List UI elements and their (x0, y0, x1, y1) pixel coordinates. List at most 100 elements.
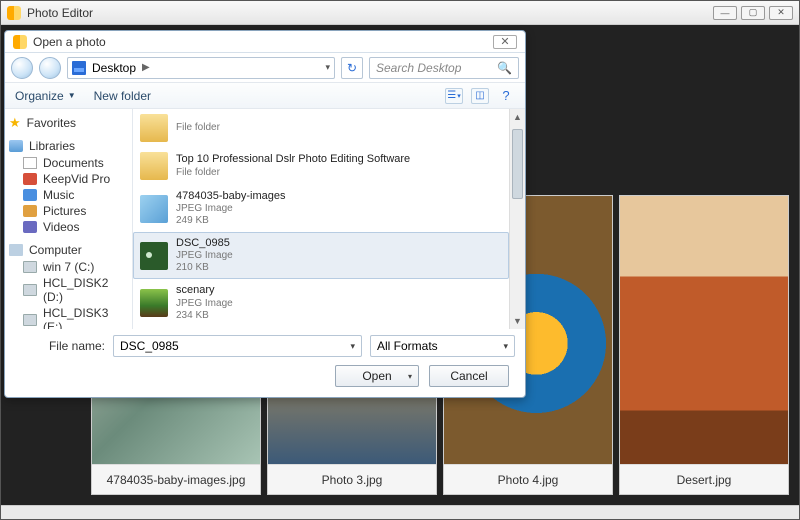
preview-pane-button[interactable]: ◫ (471, 88, 489, 104)
file-name: Top 10 Professional Dslr Photo Editing S… (176, 153, 410, 166)
gallery-caption: Photo 3.jpg (268, 464, 436, 494)
tree-favorites[interactable]: ★ Favorites (9, 115, 128, 131)
tree-item-documents[interactable]: Documents (9, 155, 128, 171)
tree-item-keepvid[interactable]: KeepVid Pro (9, 171, 128, 187)
gallery-caption: Photo 4.jpg (444, 464, 612, 494)
file-kind: JPEG Image (176, 250, 233, 262)
file-size: 249 KB (176, 215, 285, 227)
file-name: scenary (176, 284, 233, 297)
maximize-button[interactable]: ▢ (741, 6, 765, 20)
file-row[interactable]: selfieJPEG Image81.7 KB (133, 327, 509, 329)
file-row[interactable]: Top 10 Professional Dslr Photo Editing S… (133, 147, 509, 185)
address-dropdown-icon[interactable]: ▾ (325, 62, 330, 73)
filename-input[interactable]: DSC_0985 ▾ (113, 335, 362, 357)
open-file-dialog: Open a photo ✕ Desktop ▶ ▾ ↻ Search Desk… (4, 30, 526, 398)
nav-tree: ★ Favorites Libraries Documents KeepVid … (5, 109, 133, 329)
file-row[interactable]: 4784035-baby-imagesJPEG Image249 KB (133, 185, 509, 232)
tree-item-music[interactable]: Music (9, 187, 128, 203)
tree-item-label: Pictures (43, 204, 86, 218)
chevron-down-icon[interactable]: ▾ (350, 341, 355, 352)
dialog-close-button[interactable]: ✕ (493, 35, 517, 49)
music-icon (23, 189, 37, 201)
libraries-icon (9, 140, 23, 152)
file-thumb-icon (140, 152, 168, 180)
file-kind: File folder (176, 167, 410, 179)
cancel-label: Cancel (450, 369, 487, 383)
new-folder-label: New folder (94, 89, 151, 103)
chevron-down-icon[interactable]: ▾ (503, 341, 508, 352)
gallery-caption: Desert.jpg (620, 464, 788, 494)
view-mode-button[interactable]: ☰▾ (445, 88, 463, 104)
file-row[interactable]: File folder (133, 109, 509, 147)
gallery-caption: 4784035-baby-images.jpg (92, 464, 260, 494)
drive-icon (23, 314, 37, 326)
close-button[interactable]: ✕ (769, 6, 793, 20)
gallery-thumb-icon (620, 196, 788, 464)
filename-value: DSC_0985 (120, 339, 179, 353)
status-bar (1, 505, 799, 519)
tree-libraries[interactable]: Libraries (9, 139, 128, 153)
tree-label: Computer (29, 243, 82, 257)
star-icon: ★ (9, 115, 21, 131)
document-icon (23, 157, 37, 169)
file-thumb-icon (140, 242, 168, 270)
back-button[interactable] (11, 57, 33, 79)
file-row[interactable]: DSC_0985JPEG Image210 KB (133, 232, 509, 279)
minimize-button[interactable]: — (713, 6, 737, 20)
tree-item-videos[interactable]: Videos (9, 219, 128, 235)
file-name: DSC_0985 (176, 237, 233, 250)
tree-item-pictures[interactable]: Pictures (9, 203, 128, 219)
file-kind: JPEG Image (176, 203, 285, 215)
gallery-card[interactable]: Desert.jpg (619, 195, 789, 495)
tree-item-label: HCL_DISK2 (D:) (43, 276, 128, 304)
search-placeholder: Search Desktop (376, 61, 461, 75)
organize-label: Organize (15, 89, 64, 103)
open-label: Open (362, 369, 391, 383)
address-bar[interactable]: Desktop ▶ ▾ (67, 57, 335, 79)
file-size: 234 KB (176, 310, 233, 322)
tree-item-drive-d[interactable]: HCL_DISK2 (D:) (9, 275, 128, 305)
chevron-right-icon[interactable]: ▶ (142, 62, 150, 73)
file-thumb-icon (140, 289, 168, 317)
tree-item-drive-e[interactable]: HCL_DISK3 (E:) (9, 305, 128, 329)
file-list: File folderTop 10 Professional Dslr Phot… (133, 109, 525, 329)
tree-item-label: Music (43, 188, 74, 202)
file-thumb-icon (140, 195, 168, 223)
organize-menu[interactable]: Organize ▼ (15, 89, 76, 103)
scroll-thumb[interactable] (512, 129, 523, 199)
file-kind: File folder (176, 122, 220, 134)
app-title: Photo Editor (27, 6, 93, 20)
search-icon: 🔍 (497, 61, 512, 75)
new-folder-button[interactable]: New folder (94, 89, 151, 103)
tree-label: Favorites (27, 116, 76, 130)
file-row[interactable]: scenaryJPEG Image234 KB (133, 279, 509, 326)
format-value: All Formats (377, 339, 438, 353)
scroll-down-icon[interactable]: ▼ (510, 313, 525, 329)
dialog-toolbar: Organize ▼ New folder ☰▾ ◫ ? (5, 83, 525, 109)
tree-item-label: KeepVid Pro (43, 172, 110, 186)
dialog-titlebar[interactable]: Open a photo ✕ (5, 31, 525, 53)
chevron-down-icon: ▼ (68, 91, 76, 100)
dialog-bottom: File name: DSC_0985 ▾ All Formats ▾ Open… (5, 329, 525, 397)
scroll-up-icon[interactable]: ▲ (510, 109, 525, 125)
app-logo-icon (7, 6, 21, 20)
tree-item-drive-c[interactable]: win 7 (C:) (9, 259, 128, 275)
open-button[interactable]: Open (335, 365, 419, 387)
help-button[interactable]: ? (497, 88, 515, 104)
app-titlebar[interactable]: Photo Editor — ▢ ✕ (1, 1, 799, 25)
file-name: 4784035-baby-images (176, 190, 285, 203)
tree-computer[interactable]: Computer (9, 243, 128, 257)
search-input[interactable]: Search Desktop 🔍 (369, 57, 519, 79)
refresh-button[interactable]: ↻ (341, 57, 363, 79)
tree-label: Libraries (29, 139, 75, 153)
format-select[interactable]: All Formats ▾ (370, 335, 515, 357)
cancel-button[interactable]: Cancel (429, 365, 509, 387)
desktop-icon (72, 61, 86, 75)
scrollbar[interactable]: ▲ ▼ (509, 109, 525, 329)
videos-icon (23, 221, 37, 233)
pictures-icon (23, 205, 37, 217)
address-segment[interactable]: Desktop (92, 61, 136, 75)
forward-button[interactable] (39, 57, 61, 79)
dialog-title: Open a photo (33, 35, 106, 49)
dialog-logo-icon (13, 35, 27, 49)
